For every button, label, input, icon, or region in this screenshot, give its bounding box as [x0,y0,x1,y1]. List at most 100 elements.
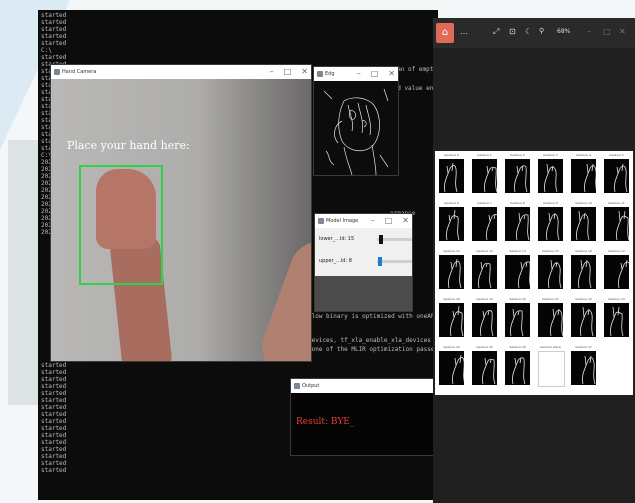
minimize-button[interactable]: – [587,27,591,36]
gesture-thumbnail [604,207,629,241]
zoom-icon[interactable]: ⚲ [539,27,544,35]
minimize-button[interactable]: – [357,69,361,78]
terminal-line: C:\ [41,47,52,54]
close-button[interactable]: ✕ [301,67,308,76]
gesture-label: Gesture 3 [543,153,558,157]
gesture-thumbnail [439,351,464,385]
upper-threshold-slider[interactable] [377,257,412,266]
background-bar [8,140,42,405]
gesture-label: Gesture 4 [576,153,591,157]
home-icon: ⌂ [441,27,449,38]
close-button[interactable]: ✕ [388,69,395,78]
edge-titlebar[interactable]: Edg – □ ✕ [314,67,398,81]
gesture-label: Gesture 12 [443,249,460,253]
gesture-thumbnail [571,255,596,289]
gesture-thumbnail [604,303,629,337]
gesture-thumbnail [571,303,596,337]
close-button[interactable]: ✕ [402,216,409,225]
upper-threshold-row: upper_...ld: 8 [319,257,412,266]
gesture-cell: Gesture 23 [603,297,630,343]
gesture-label: Gesture 0 [444,153,459,157]
hand-camera-titlebar[interactable]: Hand Camera – □ ✕ [51,65,311,79]
terminal-line: started [41,12,67,19]
lower-threshold-thumb[interactable] [378,235,383,244]
frame-icon[interactable]: ⊡ [509,27,516,36]
window-icon [317,71,323,77]
terminal-line: started [41,453,67,460]
photos-viewer[interactable]: ⌂ … ⤢ ⊡ ☾ ⚲ 68% – □ ✕ Gesture 0 Gesture 1… [433,18,635,503]
gesture-cell: Gesture 1 [471,153,498,199]
camera-feed: Place your hand here: [51,79,311,361]
mask-window[interactable]: Model Image – □ ✕ lower_...ld: 15 upper_..… [314,213,413,312]
gesture-thumbnail [538,255,563,289]
terminal-line: started [41,460,67,467]
terminal-line: devices, tf_xla_enable_xla_devices not [308,337,438,344]
terminal-line: started [41,19,67,26]
terminal-line: None of the MLIR optimization passes are [308,346,438,353]
minimize-button[interactable]: – [371,216,375,225]
gesture-label: Gesture 19 [476,297,493,301]
gesture-cell: Gesture 11 [603,201,630,247]
expand-icon[interactable]: ⤢ [493,27,499,37]
terminal-line: started [41,397,67,404]
gesture-thumbnail [571,159,596,193]
gesture-thumbnail [505,303,530,337]
mask-titlebar[interactable]: Model Image – □ ✕ [315,214,412,228]
gesture-thumbnail [472,159,497,193]
gesture-cell: Gesture 7 [471,201,498,247]
upper-threshold-thumb[interactable] [377,257,382,266]
hand-roi-box [79,165,163,285]
gesture-cell: Gesture 6 [438,201,465,247]
minimize-button[interactable]: – [270,67,274,76]
maximize-button[interactable]: □ [603,27,611,36]
gesture-thumbnail [505,255,530,289]
terminal-line: started [41,404,67,411]
terminal-line: started [41,446,67,453]
terminal-line: started [41,425,67,432]
mask-title: Model Image [326,218,359,224]
gesture-label: Gesture 1 [477,153,492,157]
gesture-cell: Gesture 13 [471,249,498,295]
gesture-cell: Gesture 27 [570,345,597,391]
upper-threshold-label: upper_...ld: 8 [319,258,352,264]
gesture-cell: Gesture 24 [438,345,465,391]
gesture-cell: Gesture 9 [537,201,564,247]
hand-camera-title: Hand Camera [62,69,97,75]
output-window[interactable]: Output Result: BYE_ [290,378,436,456]
gesture-cell: Gesture 19 [471,297,498,343]
maximize-button[interactable]: □ [371,69,379,78]
gesture-label: Gesture 14 [509,249,526,253]
gesture-thumbnail [505,159,530,193]
maximize-button[interactable]: □ [385,216,393,225]
gesture-thumbnail [472,255,497,289]
terminal-line: started [41,467,67,474]
edge-window[interactable]: Edg – □ ✕ [313,66,399,176]
maximize-button[interactable]: □ [284,67,292,76]
home-button[interactable]: ⌂ [436,23,454,43]
output-titlebar[interactable]: Output [291,379,435,393]
hand-camera-window[interactable]: Hand Camera – □ ✕ Place your hand here: [50,64,312,362]
lower-threshold-slider[interactable] [377,235,412,244]
gesture-label: Gesture 9 [543,201,558,205]
gesture-thumbnail [472,351,497,385]
gesture-cell: Gesture 17 [603,249,630,295]
gesture-cell: Gesture 12 [438,249,465,295]
gesture-label: Gesture 27 [575,345,592,349]
more-icon[interactable]: … [460,27,468,36]
moon-icon[interactable]: ☾ [525,27,532,36]
photos-toolbar: ⌂ … ⤢ ⊡ ☾ ⚲ 68% – □ ✕ [433,18,635,48]
edge-image [314,81,398,175]
gesture-thumbnail [604,159,629,193]
gesture-label: Gesture 11 [608,201,625,205]
gesture-cell: Gesture 21 [537,297,564,343]
gesture-cell: Gesture 26 [504,345,531,391]
window-icon [294,383,300,389]
gesture-thumbnail [604,255,629,289]
mask-image [315,276,412,311]
terminal-line: flow binary is optimized with oneAPI Dee… [308,313,438,320]
gesture-label: Gesture 18 [443,297,460,301]
gesture-thumbnail [472,207,497,241]
gesture-cell: Gesture 3 [537,153,564,199]
close-button[interactable]: ✕ [619,27,626,36]
terminal-line: started [41,40,67,47]
